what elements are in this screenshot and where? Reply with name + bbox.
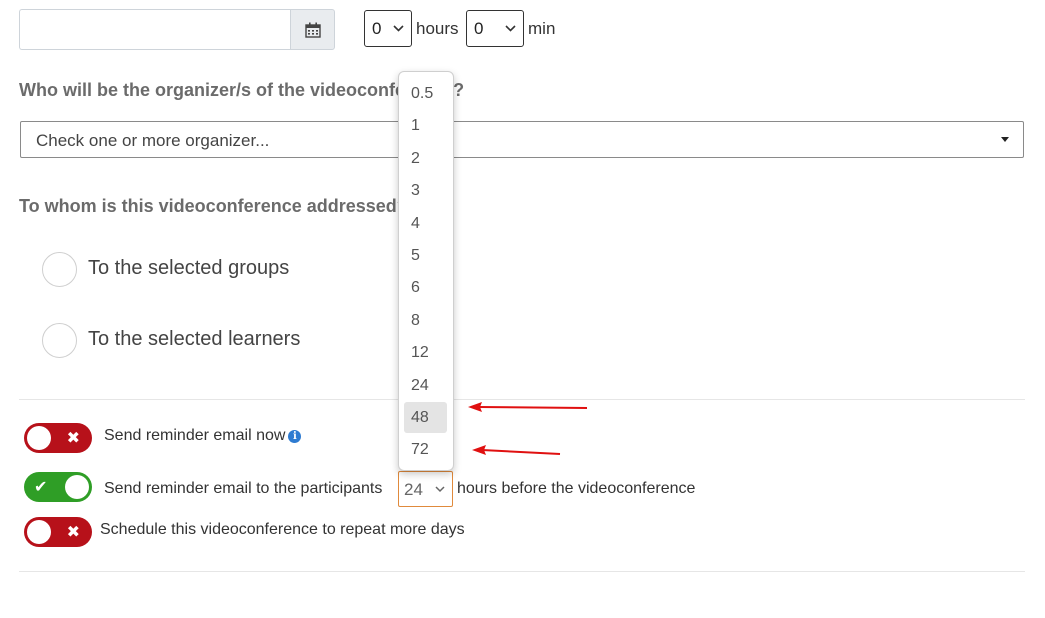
dropdown-option[interactable]: 24 <box>411 377 429 395</box>
dropdown-option[interactable]: 3 <box>411 182 420 200</box>
dropdown-option[interactable]: 2 <box>411 150 420 168</box>
x-icon: ✖ <box>66 524 80 541</box>
divider <box>19 571 1025 572</box>
date-input[interactable] <box>19 9 291 50</box>
organizer-select[interactable]: Check one or more organizer... <box>20 121 1024 158</box>
hours-select-value: 0 <box>372 18 382 38</box>
minutes-select-value: 0 <box>474 18 484 38</box>
info-icon[interactable]: i <box>288 430 302 443</box>
minutes-select[interactable]: 0 <box>466 10 524 47</box>
toggle-knob <box>27 520 51 544</box>
repeat-label: Schedule this videoconference to repeat … <box>100 521 465 538</box>
radio-selected-groups[interactable] <box>42 252 77 287</box>
dropdown-option[interactable]: 72 <box>411 441 429 459</box>
reminder-now-text: Send reminder email now <box>104 427 286 444</box>
check-icon: ✔ <box>34 479 48 496</box>
annotation-arrows <box>468 402 588 455</box>
reminder-participants-toggle[interactable]: ✔ <box>24 472 92 502</box>
reminder-now-toggle[interactable]: ✖ <box>24 423 92 453</box>
calendar-button[interactable] <box>290 9 335 50</box>
annotation-arrow-48 <box>468 402 588 412</box>
reminder-participants-suffix: hours before the videoconference <box>457 480 696 497</box>
calendar-icon <box>304 22 321 38</box>
hours-select[interactable]: 0 <box>364 10 412 47</box>
chevron-down-icon <box>505 25 516 32</box>
dropdown-option[interactable]: 0.5 <box>411 85 433 103</box>
reminder-now-label: Send reminder email now i <box>104 427 302 445</box>
repeat-toggle[interactable]: ✖ <box>24 517 92 547</box>
dropdown-option-highlighted[interactable]: 48 <box>411 409 429 427</box>
toggle-knob <box>27 426 51 450</box>
chevron-down-icon <box>435 486 445 493</box>
dropdown-option[interactable]: 6 <box>411 279 420 297</box>
dropdown-option[interactable]: 4 <box>411 215 420 233</box>
dropdown-option[interactable]: 12 <box>411 344 429 362</box>
organizer-placeholder: Check one or more organizer... <box>36 131 270 150</box>
hours-dropdown-list[interactable]: 0.5 1 2 3 4 5 6 8 12 24 48 72 <box>398 71 454 471</box>
dropdown-option[interactable]: 5 <box>411 247 420 265</box>
radio-label-learners: To the selected learners <box>88 328 301 350</box>
reminder-hours-select[interactable]: 24 <box>398 471 453 507</box>
x-icon: ✖ <box>66 430 80 447</box>
hours-label: hours <box>416 19 459 38</box>
dropdown-option[interactable]: 1 <box>411 117 420 135</box>
toggle-knob <box>65 475 89 499</box>
reminder-participants-prefix: Send reminder email to the participants <box>104 480 383 497</box>
radio-label-groups: To the selected groups <box>88 257 290 279</box>
caret-down-icon <box>1001 137 1009 142</box>
audience-question: To whom is this videoconference addresse… <box>19 196 408 216</box>
dropdown-option[interactable]: 8 <box>411 312 420 330</box>
reminder-hours-value: 24 <box>404 480 423 499</box>
minutes-label: min <box>528 19 556 38</box>
chevron-down-icon <box>393 25 404 32</box>
radio-selected-learners[interactable] <box>42 323 77 358</box>
annotation-arrow-72 <box>472 445 561 455</box>
